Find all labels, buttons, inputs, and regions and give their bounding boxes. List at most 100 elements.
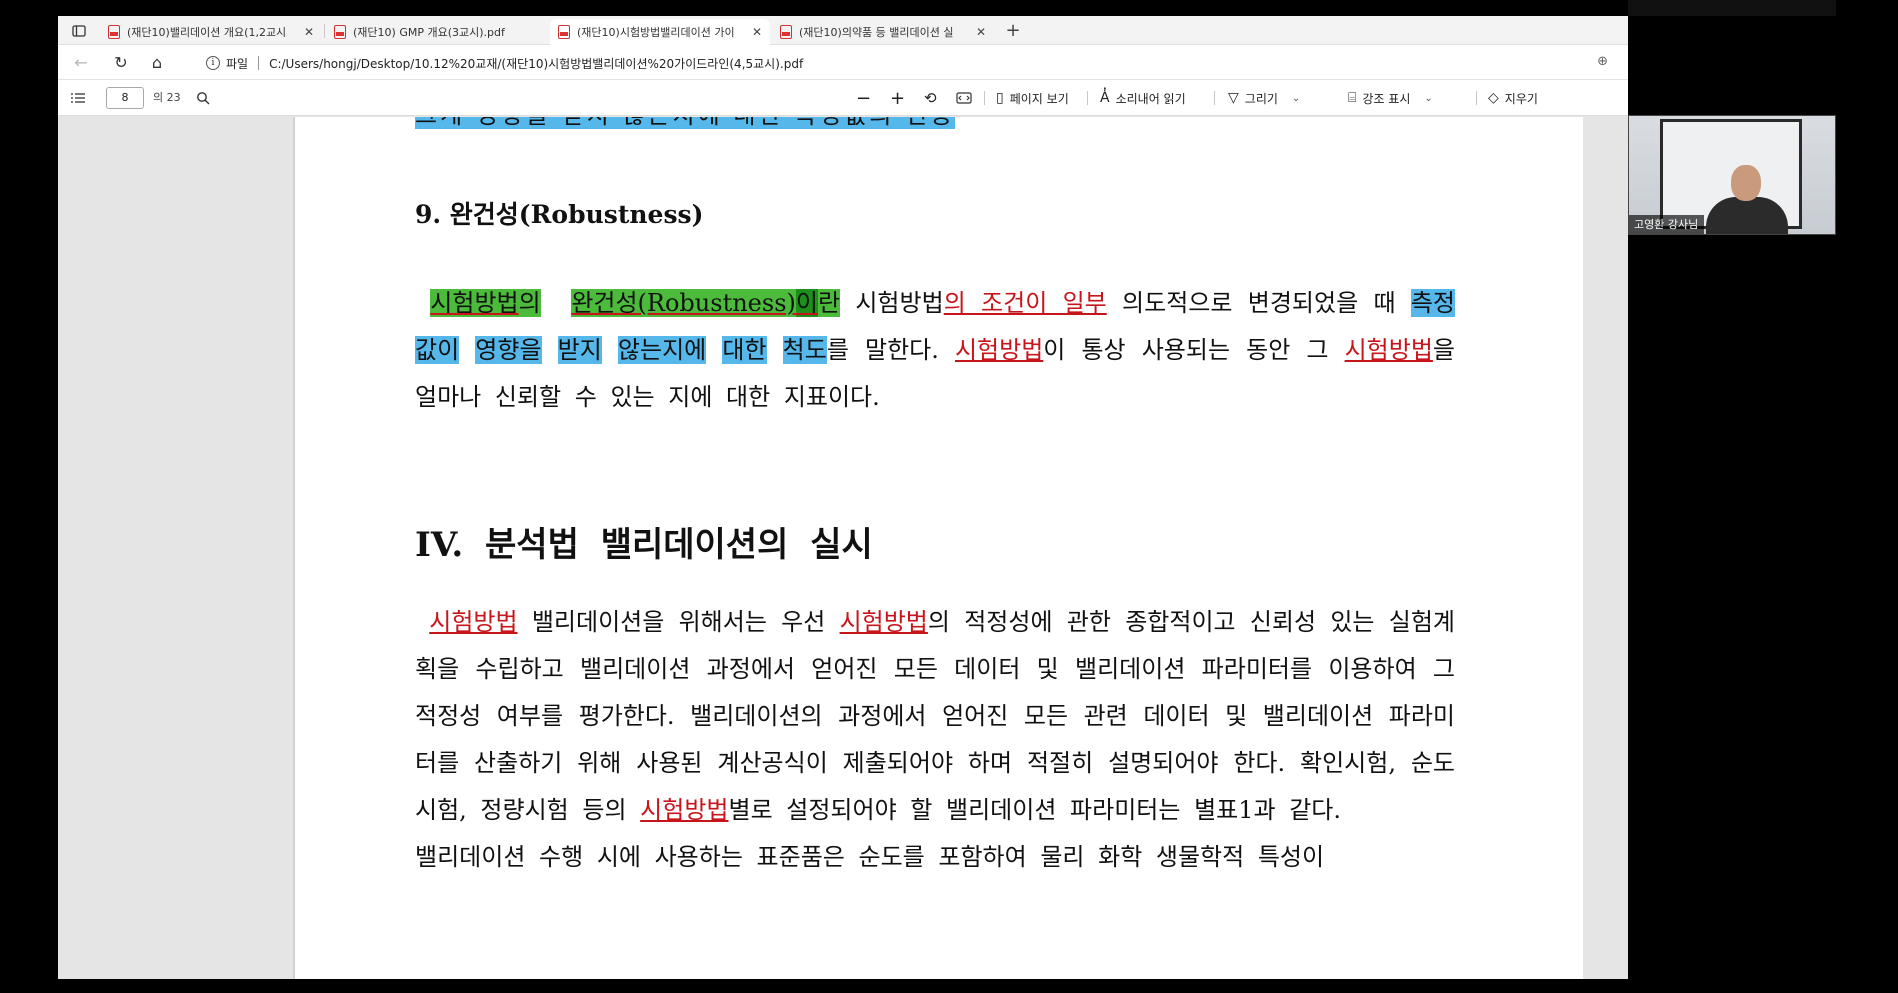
draw-icon: ▽: [1228, 90, 1239, 106]
red-underline-text: 시험방법: [954, 336, 1044, 364]
highlight-blue: 대한: [722, 336, 767, 364]
page-number-input[interactable]: 8: [106, 87, 144, 109]
url-text: C:/Users/hongj/Desktop/10.12%20교재/(재단10)…: [269, 56, 804, 71]
highlight-green: 완건성(Robustness): [571, 289, 796, 317]
pdf-viewer[interactable]: 크게 영향을 받지 않는지에 대한 측정값의 변동 9. 완건성(Robustn…: [58, 117, 1628, 979]
chevron-down-icon[interactable]: ⌄: [1292, 93, 1300, 104]
pdf-page: 크게 영향을 받지 않는지에 대한 측정값의 변동 9. 완건성(Robustn…: [295, 117, 1583, 979]
text-run: [767, 336, 783, 364]
tab-title: (재단10)시험방법밸리데이션 가이: [577, 26, 735, 39]
zoom-icon[interactable]: ⊕: [1597, 54, 1608, 69]
toolbar-divider: [1087, 91, 1088, 105]
url-divider: [258, 56, 260, 70]
toolbar-divider: [984, 91, 985, 105]
text-run: 밸리데이션 수행 시에 사용하는 표준품은 순도를 포함하여 물리 화학 생물학…: [415, 843, 1325, 871]
tab-actions-icon: [72, 24, 86, 37]
new-tab-button[interactable]: +: [1000, 19, 1026, 43]
pdf-icon: [334, 25, 346, 39]
pdf-toolbar: 8 의 23 − + ⟲ ▯ 페이지 보기 A̓ 소리내어 읽기 ▽ 그리기 ⌄…: [58, 80, 1628, 116]
draw-button[interactable]: ▽ 그리기 ⌄: [1228, 80, 1300, 116]
text-run: [602, 336, 618, 364]
search-icon: [197, 92, 210, 105]
text-run: 밸리데이션을 위해서는 우선: [517, 608, 840, 636]
red-underline-text: 시험방법: [640, 796, 729, 824]
text-run: 시험방법: [840, 289, 944, 317]
webcam-border: [1628, 115, 1836, 235]
search-button[interactable]: [196, 80, 210, 116]
url-field[interactable]: i 파일 C:/Users/hongj/Desktop/10.12%20교재/(…: [206, 52, 803, 74]
text-run: 의도적으로 변경되었을 때: [1106, 289, 1411, 317]
highlight-blue: 받지: [557, 336, 602, 364]
red-underline-text: 시험방법: [839, 608, 928, 636]
highlighter-icon: ⌸: [1348, 90, 1357, 106]
cut-off-text-line: 크게 영향을 받지 않는지에 대한 측정값의 변동: [415, 117, 956, 130]
highlight-green: 란: [817, 289, 841, 317]
highlight-button[interactable]: ⌸ 강조 표시 ⌄: [1348, 80, 1433, 116]
text-run: 이 통상 사용되는 동안 그: [1043, 336, 1345, 364]
page-total: 의 23: [153, 91, 181, 104]
close-icon[interactable]: ✕: [304, 25, 314, 39]
read-aloud-icon: A̓: [1100, 90, 1110, 106]
browser-window: (재단10)밸리데이션 개요(1,2교시 ✕ (재단10) GMP 개요(3교시…: [58, 16, 1628, 979]
zoom-in-button[interactable]: +: [890, 80, 905, 116]
eraser-icon: ◇: [1488, 90, 1499, 106]
read-aloud-label: 소리내어 읽기: [1115, 91, 1186, 106]
zoom-out-button[interactable]: −: [856, 80, 871, 116]
draw-label: 그리기: [1244, 91, 1278, 106]
text-run: 별로 설정되어야 할 밸리데이션 파라미터는 별표1과 같다.: [728, 796, 1341, 824]
highlight-blue: 영향을: [475, 336, 542, 364]
text-run: [542, 336, 558, 364]
highlight-blue: 척도: [782, 336, 827, 364]
page-view-button[interactable]: ▯ 페이지 보기: [996, 80, 1069, 116]
highlight-blue: 않는지에: [617, 336, 707, 364]
tab-title: (재단10)밸리데이션 개요(1,2교시: [127, 26, 287, 39]
chevron-down-icon[interactable]: ⌄: [1424, 93, 1432, 104]
rotate-button[interactable]: ⟲: [924, 80, 937, 116]
tab-4[interactable]: (재단10)의약품 등 밸리데이션 실 ✕: [772, 19, 994, 45]
validation-paragraph: 시험방법 밸리데이션을 위해서는 우선 시험방법의 적정성에 관한 종합적이고 …: [415, 599, 1455, 881]
text-run: 를 말한다.: [826, 336, 955, 364]
tab-3-active[interactable]: (재단10)시험방법밸리데이션 가이 ✕: [550, 19, 770, 45]
highlight-label: 강조 표시: [1362, 91, 1411, 106]
contents-button[interactable]: [70, 80, 86, 116]
pdf-icon: [558, 25, 570, 39]
pdf-icon: [108, 25, 120, 39]
tab-title: (재단10) GMP 개요(3교시).pdf: [353, 26, 505, 39]
tab-divider: [324, 24, 325, 38]
refresh-button[interactable]: ↻: [110, 52, 132, 74]
address-bar: ← ↻ ⌂ i 파일 C:/Users/hongj/Desktop/10.12%…: [58, 45, 1628, 80]
page-view-label: 페이지 보기: [1009, 91, 1069, 106]
rotate-icon: ⟲: [924, 89, 937, 107]
highlight-green: 시험방법: [430, 289, 519, 317]
red-underline-text: 의 조건이 일부: [943, 289, 1107, 317]
highlight-dark-green: 이: [795, 289, 818, 317]
fit-page-button[interactable]: [956, 80, 972, 116]
tab-2[interactable]: (재단10) GMP 개요(3교시).pdf: [326, 19, 548, 45]
close-icon[interactable]: ✕: [976, 25, 986, 39]
screen: (재단10)밸리데이션 개요(1,2교시 ✕ (재단10) GMP 개요(3교시…: [0, 0, 1898, 993]
close-icon[interactable]: ✕: [752, 25, 762, 39]
red-underline-text: 시험방법: [429, 608, 518, 636]
toolbar-divider: [1214, 91, 1215, 105]
page-view-icon: ▯: [996, 90, 1004, 106]
tab-actions-button[interactable]: [58, 16, 100, 45]
pdf-icon: [780, 25, 792, 39]
text-run: [706, 336, 722, 364]
webcam-video: 고영환 강사님: [1628, 115, 1836, 235]
background-strip: [1628, 0, 1836, 16]
text-run: 의 적정성에 관한 종합적이고 신뢰성 있는 실험계획을 수립하고 밸리데이션 …: [415, 608, 1455, 824]
section-heading-iv: IV. 분석법 밸리데이션의 실시: [415, 525, 873, 565]
info-icon: i: [206, 56, 220, 70]
read-aloud-button[interactable]: A̓ 소리내어 읽기: [1100, 80, 1186, 116]
tab-1[interactable]: (재단10)밸리데이션 개요(1,2교시 ✕: [100, 19, 322, 45]
tab-title: (재단10)의약품 등 밸리데이션 실: [799, 26, 954, 39]
text-run: [459, 336, 475, 364]
highlighted-cut-text: 크게 영향을 받지 않는지에 대한 측정값의 변동: [415, 117, 956, 129]
file-label: 파일: [226, 56, 249, 71]
robustness-paragraph: 시험방법의 완건성(Robustness)이란 시험방법의 조건이 일부 의도적…: [415, 280, 1455, 421]
highlight-green: 의: [518, 289, 541, 317]
toolbar-divider: [1476, 91, 1477, 105]
home-button[interactable]: ⌂: [146, 52, 168, 74]
back-button[interactable]: ←: [70, 52, 92, 74]
erase-button[interactable]: ◇ 지우기: [1488, 80, 1538, 116]
